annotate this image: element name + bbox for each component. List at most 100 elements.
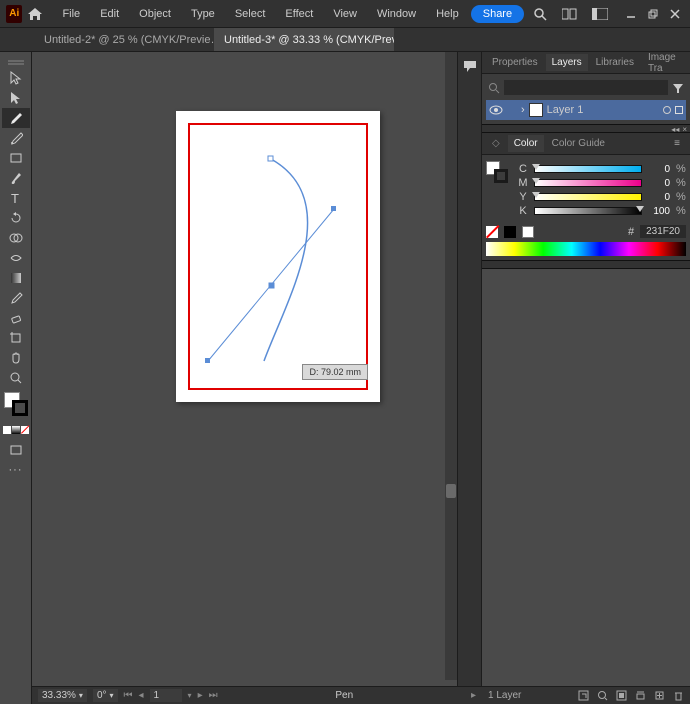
menu-select[interactable]: Select (227, 4, 274, 24)
panel-menu-icon[interactable]: ≡ (684, 54, 690, 71)
white-chip[interactable] (522, 226, 534, 238)
gradient-tool[interactable] (2, 268, 30, 288)
new-layer-icon[interactable] (654, 690, 665, 701)
prev-artboard-icon[interactable]: ◂ (139, 690, 144, 701)
eyedropper-tool[interactable] (2, 288, 30, 308)
home-button[interactable] (24, 4, 46, 24)
menu-type[interactable]: Type (183, 4, 223, 24)
panel-collapse-bar[interactable] (482, 260, 690, 269)
measurement-tooltip: D: 79.02 mm (302, 364, 368, 380)
artboard-tool[interactable] (2, 328, 30, 348)
slider-y[interactable]: Y 0% (518, 191, 686, 203)
none-color-chip[interactable] (486, 226, 498, 238)
clip-mask-icon[interactable] (616, 690, 627, 701)
document-tab-label: Untitled-3* @ 33.33 % (CMYK/Preview) (224, 34, 394, 46)
menu-effect[interactable]: Effect (277, 4, 321, 24)
collapsed-panel-dock (458, 52, 482, 704)
first-artboard-icon[interactable]: ⏮ (124, 690, 133, 701)
panel-collapse-bar[interactable]: ◂◂× (482, 124, 690, 133)
menu-window[interactable]: Window (369, 4, 424, 24)
color-mode-row (3, 426, 29, 434)
scroll-right-icon[interactable]: ▸ (471, 690, 476, 701)
hand-tool[interactable] (2, 348, 30, 368)
artboard[interactable]: D: 79.02 mm (176, 111, 380, 402)
slider-k[interactable]: K 100% (518, 205, 686, 217)
visibility-icon[interactable] (489, 105, 503, 115)
window-restore[interactable] (644, 7, 662, 21)
locate-icon[interactable] (597, 690, 608, 701)
width-tool[interactable] (2, 248, 30, 268)
tab-properties[interactable]: Properties (486, 54, 544, 71)
menu-object[interactable]: Object (131, 4, 179, 24)
right-panel-group: Properties Layers Libraries Image Tra ≡ … (482, 52, 690, 704)
panel-menu-icon[interactable]: ≡ (668, 135, 686, 152)
rotation-field[interactable]: 0°▾ (93, 689, 118, 702)
selection-tool[interactable] (2, 68, 30, 88)
tab-layers[interactable]: Layers (546, 54, 588, 71)
zoom-tool[interactable] (2, 368, 30, 388)
pen-tool[interactable] (2, 108, 30, 128)
direct-selection-tool[interactable] (2, 88, 30, 108)
screen-mode-tool[interactable] (2, 440, 30, 460)
edit-toolbar-icon[interactable]: ··· (2, 460, 30, 480)
menu-help[interactable]: Help (428, 4, 467, 24)
trash-icon[interactable] (673, 690, 684, 701)
comments-panel-icon[interactable] (456, 56, 484, 76)
search-icon[interactable] (529, 4, 551, 24)
svg-text:T: T (11, 191, 19, 205)
zoom-field[interactable]: 33.33%▾ (38, 689, 87, 702)
type-tool[interactable]: T (2, 188, 30, 208)
tab-color[interactable]: Color (508, 135, 544, 152)
tab-color-guide[interactable]: Color Guide (546, 135, 611, 152)
shape-builder-tool[interactable] (2, 228, 30, 248)
layer-name[interactable]: Layer 1 (547, 104, 584, 116)
expand-icon[interactable]: › (521, 104, 525, 116)
scrollbar-thumb[interactable] (446, 484, 456, 498)
window-close[interactable] (666, 7, 684, 21)
layer-row[interactable]: › Layer 1 (486, 100, 686, 120)
color-mode-none[interactable] (21, 426, 29, 434)
tab-image-trace[interactable]: Image Tra (642, 49, 682, 77)
menu-file[interactable]: File (54, 4, 88, 24)
export-icon[interactable] (578, 690, 589, 701)
selection-color-icon (675, 106, 683, 114)
vertical-scrollbar[interactable] (445, 52, 457, 680)
new-sublayer-icon[interactable] (635, 690, 646, 701)
document-tab-1[interactable]: Untitled-2* @ 25 % (CMYK/Previe… × (34, 28, 214, 51)
stroke-color-chip[interactable] (494, 169, 508, 183)
eraser-tool[interactable] (2, 308, 30, 328)
window-minimize[interactable] (622, 7, 640, 21)
slider-m[interactable]: M 0% (518, 177, 686, 189)
canvas-area[interactable]: D: 79.02 mm (32, 52, 458, 704)
black-chip[interactable] (504, 226, 516, 238)
curvature-tool[interactable] (2, 128, 30, 148)
last-artboard-icon[interactable]: ⏭ (209, 690, 218, 701)
target-icon[interactable] (663, 106, 671, 114)
tools-panel: T ··· (0, 52, 32, 704)
arrange-docs-icon[interactable] (559, 4, 581, 24)
fill-stroke-swatches[interactable] (2, 392, 30, 424)
next-artboard-icon[interactable]: ▸ (198, 690, 203, 701)
color-mode-gradient[interactable] (12, 426, 20, 434)
color-mode-solid[interactable] (3, 426, 11, 434)
color-spectrum[interactable] (486, 242, 686, 256)
rotate-tool[interactable] (2, 208, 30, 228)
document-tab-label: Untitled-2* @ 25 % (CMYK/Previe… (44, 34, 214, 46)
rectangle-tool[interactable] (2, 148, 30, 168)
menu-edit[interactable]: Edit (92, 4, 127, 24)
document-tab-2[interactable]: Untitled-3* @ 33.33 % (CMYK/Preview) × (214, 28, 394, 51)
hex-prefix: # (628, 226, 634, 238)
filter-icon[interactable] (672, 82, 684, 94)
layer-search-input[interactable] (504, 80, 668, 95)
paintbrush-tool[interactable] (2, 168, 30, 188)
layer-count: 1 Layer (488, 690, 521, 701)
slider-c[interactable]: C 0% (518, 163, 686, 175)
artboard-nav-field[interactable]: 1 (150, 689, 182, 702)
stroke-swatch[interactable] (12, 400, 28, 416)
menu-view[interactable]: View (325, 4, 365, 24)
toolbar-grip[interactable] (2, 58, 30, 68)
share-button[interactable]: Share (471, 5, 524, 23)
hex-value[interactable]: 231F20 (640, 225, 686, 238)
workspace-icon[interactable] (589, 4, 611, 24)
tab-libraries[interactable]: Libraries (590, 54, 640, 71)
